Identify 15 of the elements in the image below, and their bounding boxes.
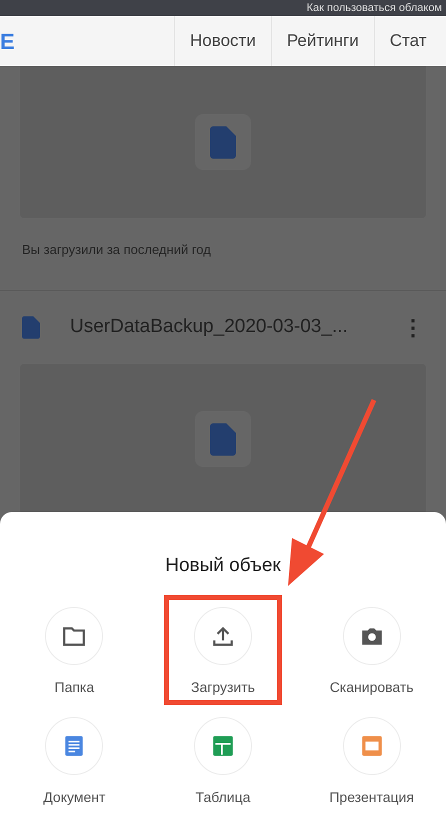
upload-caption: Вы загрузили за последний год <box>21 241 212 259</box>
sheet-title: Новый объек <box>164 554 282 578</box>
logo[interactable]: E <box>0 24 174 58</box>
new-item-button[interactable]: Презентация <box>312 704 431 814</box>
new-item-button[interactable]: Документ <box>15 704 134 814</box>
file-icon <box>210 126 236 158</box>
new-item-button[interactable]: Загрузить <box>164 594 282 704</box>
new-item-button[interactable]: Сканировать <box>312 594 431 704</box>
presentation-icon <box>360 734 384 758</box>
page-title: Как пользоваться облаком <box>0 0 446 16</box>
file-icon <box>22 316 40 339</box>
file-icon <box>210 422 236 456</box>
spreadsheet-icon <box>210 734 235 758</box>
new-item-button[interactable]: Таблица <box>164 704 282 814</box>
new-item-button[interactable]: Папка <box>15 594 134 704</box>
